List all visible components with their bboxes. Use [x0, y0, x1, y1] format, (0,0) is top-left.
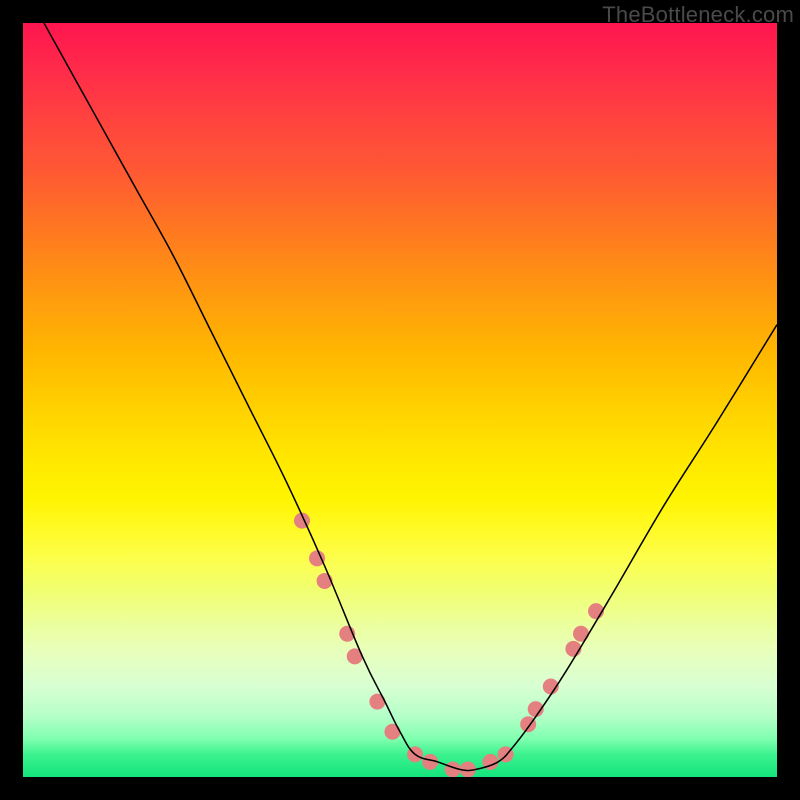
watermark-text: TheBottleneck.com — [602, 2, 794, 28]
highlight-dot — [309, 550, 325, 566]
marker-layer — [294, 513, 604, 777]
highlight-dot — [384, 724, 400, 740]
plot-area — [23, 23, 777, 777]
highlight-dot — [573, 626, 589, 642]
bottleneck-curve — [23, 23, 777, 770]
highlight-dot — [369, 694, 385, 710]
chart-svg — [23, 23, 777, 777]
